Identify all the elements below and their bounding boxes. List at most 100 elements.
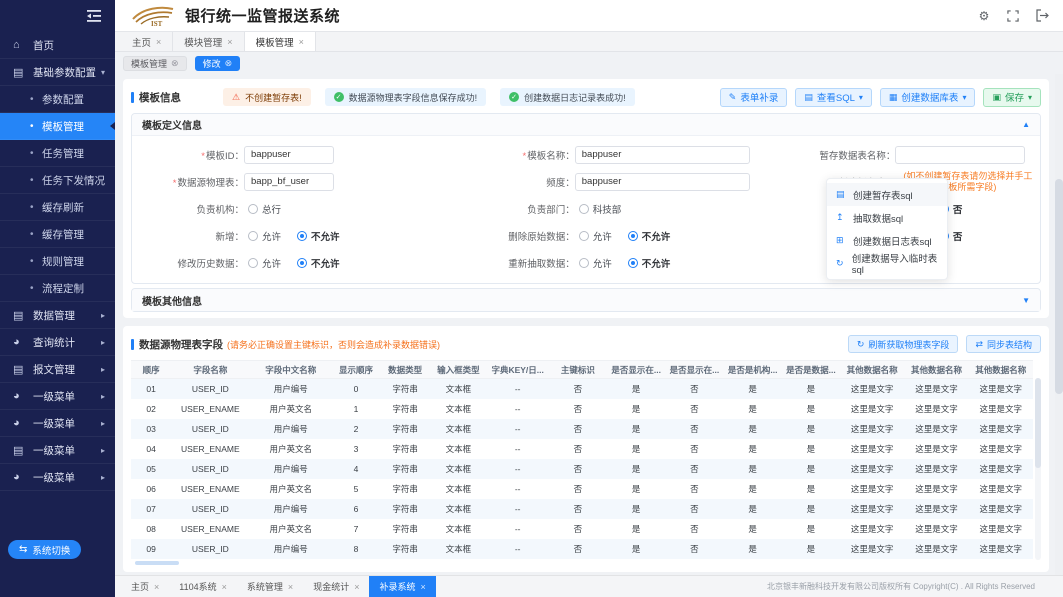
fields-table: 顺序字段名称字段中文名称显示顺序数据类型输入框类型字典KEY/日...主键标识是… [131,360,1033,559]
toolbar-button[interactable]: 表单补录 ▾ [720,88,788,107]
radio-option[interactable]: 允许 [248,229,281,243]
top-tab[interactable]: 模块管理 × [173,32,244,51]
collapse-down-icon[interactable]: ▼ [1022,296,1030,305]
table-cell: USER_ID [171,419,249,439]
sidebar-item[interactable]: 基础参数配置 [0,59,115,86]
sql-menu-item[interactable]: 抽取数据sql [827,206,947,229]
table-row[interactable]: 03USER_ID用户编号2字符串文本框--否是否是是这里是文字这里是文字这里是… [131,419,1033,439]
radio-option[interactable]: 不允许 [297,256,340,270]
other-info-panel-header[interactable]: 模板其他信息 ▼ [132,289,1040,311]
close-circle-icon[interactable]: ⊗ [171,58,179,69]
field-label: 模板ID [132,148,244,162]
close-icon[interactable]: × [299,37,304,47]
table-row[interactable]: 06USER_ENAME用户英文名5字符串文本框--否是否是是这里是文字这里是文… [131,479,1033,499]
close-icon[interactable]: × [154,582,159,592]
radio-option[interactable]: 科技部 [579,202,622,216]
sidebar-item[interactable]: 一级菜单 [0,383,115,410]
sidebar-item[interactable]: 一级菜单 [0,437,115,464]
toolbar-button[interactable]: 查看SQL ▾ [795,88,872,107]
top-tab[interactable]: 模板管理 × [245,32,316,51]
column-header: 字典KEY/日... [487,361,549,379]
logout-icon[interactable] [1035,9,1049,23]
radio-option[interactable]: 不允许 [297,229,340,243]
sidebar-item[interactable]: 数据管理 [0,302,115,329]
bottom-tab[interactable]: 系统管理 × [237,576,303,597]
text-input[interactable] [244,173,334,191]
sidebar-item[interactable]: 查询统计 [0,329,115,356]
sidebar-item[interactable]: 报文管理 [0,356,115,383]
text-input[interactable] [895,146,1025,164]
collapse-up-icon[interactable]: ▲ [1022,120,1030,129]
sidebar-item[interactable]: 流程定制 [0,275,115,302]
close-circle-icon[interactable]: ⊗ [225,58,233,69]
sidebar-item[interactable]: 模板管理 [0,113,115,140]
sql-menu-item[interactable]: 创建数据导入临时表sql [827,252,947,275]
radio-option[interactable]: 允许 [248,256,281,270]
toolbar-button[interactable]: 保存 ▾ [983,88,1041,107]
breadcrumb-chip[interactable]: 模板管理 ⊗ [123,56,187,71]
fields-toolbar-button[interactable]: 刷新获取物理表字段 [848,335,959,353]
sidebar-item[interactable]: 规则管理 [0,248,115,275]
sidebar-item[interactable]: 一级菜单 [0,410,115,437]
close-icon[interactable]: × [354,582,359,592]
bottom-tab[interactable]: 补录系统 × [369,576,435,597]
table-row[interactable]: 01USER_ID用户编号0字符串文本框--否是否是是这里是文字这里是文字这里是… [131,379,1033,399]
fullscreen-icon[interactable] [1006,9,1020,23]
page-scrollbar[interactable] [1055,74,1063,575]
settings-gear-icon[interactable]: ⚙ [977,9,991,23]
table-row[interactable]: 08USER_ENAME用户英文名7字符串文本框--否是否是是这里是文字这里是文… [131,519,1033,539]
sidebar-item[interactable]: 缓存管理 [0,221,115,248]
alert-icon [232,92,240,103]
radio-option[interactable]: 不允许 [628,229,671,243]
sidebar-item[interactable]: 缓存刷新 [0,194,115,221]
close-icon[interactable]: × [156,37,161,47]
column-header: 是否是机构... [724,361,782,379]
toolbar-button[interactable]: 创建数据库表 ▾ [880,88,976,107]
form-field: 模板ID [132,141,475,168]
menu-collapse-icon[interactable] [85,9,102,23]
text-input[interactable] [244,146,334,164]
bottom-tab[interactable]: 现金统计 × [303,576,369,597]
system-switch-button[interactable]: 系统切换 [8,540,81,559]
radio-group: 允许 不允许 [248,229,356,243]
table-cell: -- [487,459,549,479]
sidebar-item-icon [30,255,42,267]
radio-option[interactable]: 允许 [579,229,612,243]
breadcrumb-chip[interactable]: 修改 ⊗ [195,56,241,71]
sidebar-item[interactable]: 参数配置 [0,86,115,113]
column-header: 主键标识 [549,361,607,379]
close-icon[interactable]: × [420,582,425,592]
table-cell: 文本框 [430,399,486,419]
top-tab[interactable]: 主页 × [121,32,173,51]
sidebar-item[interactable]: 首页 [0,32,115,59]
radio-option[interactable]: 允许 [579,256,612,270]
definition-panel-header[interactable]: 模板定义信息 ▲ [132,114,1040,136]
table-row[interactable]: 05USER_ID用户编号4字符串文本框--否是否是是这里是文字这里是文字这里是… [131,459,1033,479]
table-row[interactable]: 02USER_ENAME用户英文名1字符串文本框--否是否是是这里是文字这里是文… [131,399,1033,419]
close-icon[interactable]: × [288,582,293,592]
table-vertical-scrollbar[interactable] [1035,378,1041,560]
bottom-tab[interactable]: 主页 × [121,576,169,597]
sidebar-item[interactable]: 任务下发情况 [0,167,115,194]
radio-option[interactable]: 不允许 [628,256,671,270]
text-input[interactable] [575,173,750,191]
table-row[interactable]: 07USER_ID用户编号6字符串文本框--否是否是是这里是文字这里是文字这里是… [131,499,1033,519]
close-icon[interactable]: × [227,37,232,47]
sidebar-item-icon [30,174,42,186]
bottom-tab[interactable]: 1104系统 × [169,576,237,597]
table-cell: 用户英文名 [250,519,332,539]
tab-label: 系统管理 [247,580,283,593]
sql-menu-item[interactable]: 创建数据日志表sql [827,229,947,252]
table-row[interactable]: 04USER_ENAME用户英文名3字符串文本框--否是否是是这里是文字这里是文… [131,439,1033,459]
radio-option[interactable]: 总行 [248,202,281,216]
sidebar-item[interactable]: 一级菜单 [0,464,115,491]
sql-menu-item[interactable]: 创建暂存表sql [827,183,947,206]
field-label: 暂存数据表名称 [763,148,895,162]
table-row[interactable]: 09USER_ID用户编号8字符串文本框--否是否是是这里是文字这里是文字这里是… [131,539,1033,559]
fields-toolbar-button[interactable]: 同步表结构 [966,335,1041,353]
section-title: 模板信息 [139,90,181,105]
text-input[interactable] [575,146,750,164]
close-icon[interactable]: × [222,582,227,592]
table-horizontal-scrollbar[interactable] [131,560,1033,566]
sidebar-item[interactable]: 任务管理 [0,140,115,167]
